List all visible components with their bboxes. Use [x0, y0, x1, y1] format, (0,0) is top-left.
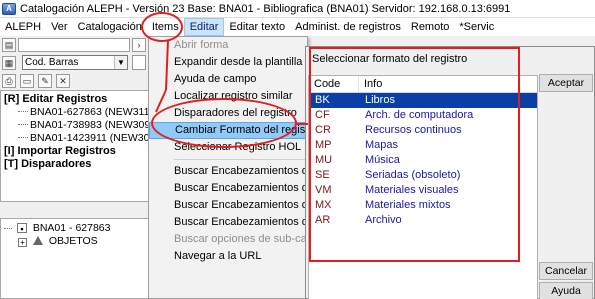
annotation-arrow-line	[155, 89, 167, 113]
annotation-arrow-line	[165, 39, 169, 91]
annotation-arrows	[155, 39, 308, 125]
